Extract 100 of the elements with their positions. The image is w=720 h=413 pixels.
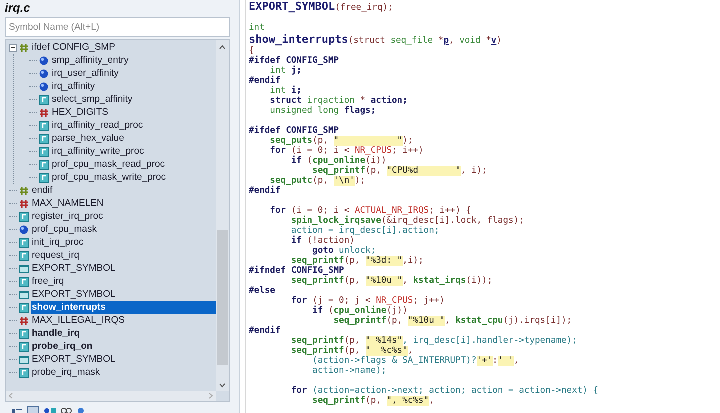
symbols-icon[interactable] (44, 407, 56, 413)
tree-item[interactable]: endif (31, 184, 54, 197)
code-line: action = irq_desc[i].action; (290, 226, 441, 236)
code-line: { (249, 46, 254, 56)
tree-item[interactable]: irq_affinity_read_proc (51, 119, 144, 132)
tree-item[interactable]: request_irq (31, 249, 81, 262)
tree-item[interactable]: ifdef CONFIG_SMP (31, 41, 116, 54)
code-line: seq_printf(p, "CPU%d ", i); (312, 166, 488, 176)
tree-item[interactable]: handle_irq (31, 327, 82, 340)
code-line: seq_printf(p, ", %c%s", (312, 396, 436, 406)
code-line: if (cpu_online(i)) (290, 156, 388, 166)
code-line: #endif (249, 326, 282, 336)
function-tile-icon (19, 212, 29, 222)
code-line: for (j = 0; j < NR_CPUS; j++) (290, 296, 446, 306)
tree-item[interactable]: prof_cpu_mask_read_proc (51, 158, 166, 171)
symbol-search-field[interactable]: Symbol Name (Alt+L) (5, 17, 230, 37)
code-line: if (cpu_online(j)) (312, 306, 409, 316)
list-view-icon[interactable] (12, 407, 22, 413)
code-line: goto unlock; (312, 246, 378, 256)
code-line: for (action=action->next; action; action = action->next) { (290, 386, 600, 396)
tree-item[interactable]: init_irq_proc (31, 236, 85, 249)
function-tile-icon (19, 368, 29, 378)
code-line: if (!action) (290, 236, 356, 246)
function-tile-icon (19, 238, 29, 248)
function-tile-icon (39, 160, 49, 170)
code-line: #ifndef CONFIG_SMP (249, 266, 346, 276)
tree-item[interactable]: probe_irq_on (31, 340, 94, 353)
tree-item[interactable]: MAX_NAMELEN (31, 197, 105, 210)
hash-icon (19, 316, 29, 326)
code-line: seq_printf(p, " %c%s", (290, 346, 414, 356)
function-tile-icon (19, 342, 29, 352)
gear-icon[interactable] (77, 407, 85, 413)
function-tile-icon (19, 276, 29, 286)
code-line: show_interrupts(struct seq_file *p, void *v) (249, 33, 503, 46)
tree-item[interactable]: MAX_ILLEGAL_IRQS (31, 314, 126, 327)
tree-item[interactable]: prof_cpu_mask (31, 223, 98, 236)
code-line: EXPORT_SYMBOL(free_irq); (249, 0, 394, 13)
code-line: struct irqaction * action; (269, 96, 409, 106)
code-line: seq_printf(p, "%10u ", kstat_irqs(i)); (290, 276, 494, 286)
hash-icon (39, 108, 49, 118)
function-tile-icon (39, 172, 49, 182)
hash-icon (19, 198, 29, 208)
tree-item[interactable]: irq_affinity_write_proc (51, 145, 146, 158)
tree-item[interactable]: show_interrupts (31, 301, 216, 314)
ball-icon (39, 68, 49, 78)
file-title: irq.c (4, 0, 32, 16)
function-tile-icon (19, 250, 29, 260)
function-tile-icon (19, 302, 29, 312)
scroll-left-icon[interactable] (9, 393, 13, 399)
hash-icon (19, 186, 29, 196)
function-tile-icon (39, 146, 49, 156)
tree-item[interactable]: EXPORT_SYMBOL (31, 288, 117, 301)
outline-view-icon[interactable] (27, 406, 39, 413)
function-tile-icon (39, 120, 49, 130)
scroll-right-icon[interactable] (209, 393, 213, 399)
code-line: int j; (270, 66, 303, 76)
code-line: unsigned long flags; (269, 106, 378, 116)
tree-item[interactable]: irq_user_affinity (51, 67, 120, 80)
tree-item[interactable]: free_irq (31, 275, 66, 288)
scroll-down-icon[interactable] (219, 383, 226, 388)
tree-item[interactable]: smp_affinity_entry (51, 54, 130, 67)
tree-item[interactable]: select_smp_affinity (51, 93, 134, 106)
window-icon (19, 354, 29, 364)
code-line: action->name); (312, 366, 388, 376)
vertical-scrollbar[interactable] (216, 40, 229, 391)
code-line: #else (249, 286, 276, 296)
code-line: seq_printf(p, " %14s", irq_desc[i].handler->typename); (290, 336, 578, 346)
code-line: #ifdef CONFIG_SMP (249, 56, 340, 66)
collapse-toggle[interactable] (9, 44, 17, 52)
code-line: (action->flags & SA_INTERRUPT)?'+':' ', (312, 356, 520, 366)
function-tile-icon (39, 134, 49, 144)
function-tile-icon (39, 94, 49, 104)
tree-item[interactable]: register_irq_proc (31, 210, 104, 223)
window-icon (19, 290, 29, 300)
horizontal-scrollbar[interactable] (6, 391, 216, 401)
tree-item[interactable]: parse_hex_value (51, 132, 126, 145)
window-icon (19, 264, 29, 274)
ball-icon (39, 56, 49, 66)
code-line: seq_printf(p, "%10u ", kstat_cpu(j).irqs[i]); (332, 316, 574, 326)
tree-item[interactable]: probe_irq_mask (31, 366, 102, 379)
code-line: #endif (249, 186, 282, 196)
code-line: for (i = 0; i < ACTUAL_NR_IRQS; i++) { (269, 206, 472, 216)
tree-item[interactable]: prof_cpu_mask_write_proc (51, 171, 168, 184)
code-line: #endif (249, 76, 282, 86)
scrollbar-thumb[interactable] (217, 230, 228, 365)
code-line: int (249, 23, 266, 33)
scroll-up-icon[interactable] (219, 45, 226, 50)
code-line: spin_lock_irqsave(&irq_desc[i].lock, flags); (290, 216, 526, 226)
binoculars-icon[interactable] (61, 407, 72, 413)
code-line: seq_puts(p, " "); (269, 136, 414, 146)
ball-icon (39, 82, 49, 92)
tree-item[interactable]: EXPORT_SYMBOL (31, 353, 117, 366)
tree-item[interactable]: HEX_DIGITS (51, 106, 110, 119)
code-line: for (i = 0; i < NR_CPUS; i++) (269, 146, 425, 156)
tree-item[interactable]: EXPORT_SYMBOL (31, 262, 117, 275)
tree-item[interactable]: irq_affinity (51, 80, 96, 93)
code-line: int i; (269, 86, 303, 96)
ball-icon (19, 224, 29, 234)
code-line: seq_putc(p, '\n'); (270, 176, 367, 186)
function-tile-icon (19, 328, 29, 338)
